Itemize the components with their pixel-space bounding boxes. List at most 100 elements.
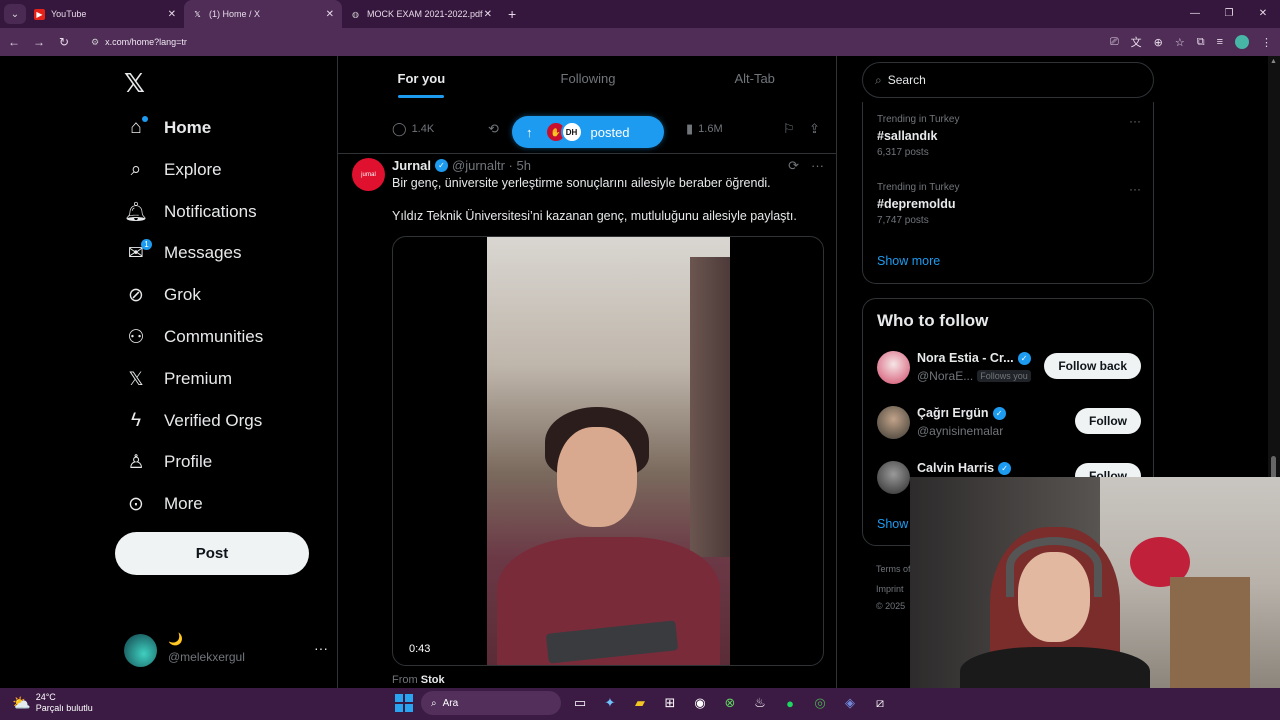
- close-icon[interactable]: ✕: [326, 9, 334, 20]
- avatar: [877, 406, 910, 439]
- nav-label: More: [164, 494, 203, 513]
- window-controls: — ❐ ✕: [1178, 0, 1280, 28]
- close-icon[interactable]: ✕: [168, 9, 176, 20]
- tweet-video[interactable]: 0:43: [392, 236, 824, 666]
- nav-explore[interactable]: ⌕ Explore: [124, 150, 222, 190]
- media-icon[interactable]: ≡: [1217, 36, 1223, 48]
- reply-count[interactable]: ◯ 1.4K: [392, 121, 434, 137]
- who-to-follow-show-more-link[interactable]: Show: [877, 517, 908, 531]
- messages-badge: 1: [141, 238, 152, 250]
- repost-button[interactable]: ⟲: [488, 121, 499, 137]
- nav-more[interactable]: ⊙ More: [124, 484, 203, 524]
- follow-back-button[interactable]: Follow back: [1044, 353, 1141, 379]
- suggestion-name: Çağrı Ergün: [917, 406, 989, 420]
- account-switcher[interactable]: 🌙 @melekxergul ···: [124, 632, 334, 668]
- tweet[interactable]: jurnal Jurnal ✓ @jurnaltr · 5h ⟳ ··· Bir…: [338, 154, 836, 688]
- trends-show-more-link[interactable]: Show more: [877, 254, 940, 268]
- site-info-icon[interactable]: ⚙: [91, 37, 99, 48]
- nav-premium[interactable]: 𝕏 Premium: [124, 359, 232, 399]
- chrome-icon[interactable]: ◎: [809, 692, 831, 714]
- address-bar[interactable]: ⚙ x.com/home?lang=tr: [81, 31, 1081, 53]
- footer-terms-link[interactable]: Terms of: [876, 564, 911, 574]
- profile-avatar[interactable]: [1235, 35, 1249, 49]
- nav-home[interactable]: ⌂ Home: [124, 108, 211, 148]
- minimize-icon[interactable]: —: [1178, 0, 1212, 28]
- browser-tab-pdf[interactable]: ◍ MOCK EXAM 2021-2022.pdf ✕: [342, 0, 500, 28]
- steam-icon[interactable]: ♨: [749, 692, 771, 714]
- nav-grok[interactable]: ⊘ Grok: [124, 275, 201, 315]
- grok-icon[interactable]: ⟳: [788, 158, 799, 174]
- windows-start-icon[interactable]: [395, 694, 413, 712]
- scroll-up-icon[interactable]: ▲: [1270, 58, 1277, 65]
- nav-communities[interactable]: ⚇ Communities: [124, 317, 263, 357]
- source-name[interactable]: Stok: [421, 674, 445, 686]
- github-icon[interactable]: ◉: [689, 692, 711, 714]
- cast-icon[interactable]: ⎚: [1110, 36, 1119, 49]
- xbox-icon[interactable]: ⊗: [719, 692, 741, 714]
- verified-badge-icon: ✓: [435, 159, 449, 172]
- reply-icon: ◯: [392, 121, 407, 136]
- tab-for-you[interactable]: For you: [338, 56, 505, 102]
- weather-widget[interactable]: ⛅ 24°C Parçalı bulutlu: [12, 692, 93, 714]
- taskbar-search[interactable]: ⌕ Ara: [421, 691, 561, 715]
- tab-alt-tab[interactable]: Alt-Tab: [671, 56, 836, 102]
- views-icon: ▮: [686, 121, 694, 136]
- x-logo-icon[interactable]: 𝕏: [124, 68, 145, 99]
- close-window-icon[interactable]: ✕: [1246, 0, 1280, 28]
- nav-verified-orgs[interactable]: ϟ Verified Orgs: [124, 401, 262, 441]
- footer-imprint-link[interactable]: Imprint: [876, 584, 904, 594]
- follow-button[interactable]: Follow: [1075, 408, 1141, 434]
- browser-tab-youtube[interactable]: ▶ YouTube ✕: [26, 0, 184, 28]
- new-posts-pill[interactable]: ↑ ✋ DH posted: [512, 116, 664, 148]
- back-icon[interactable]: ←: [3, 35, 25, 49]
- tab-following[interactable]: Following: [505, 56, 672, 102]
- avatar: [877, 461, 910, 494]
- view-count[interactable]: ▮ 1.6M: [686, 121, 723, 137]
- more-icon[interactable]: ···: [314, 640, 328, 656]
- close-icon[interactable]: ✕: [484, 9, 492, 20]
- store-icon[interactable]: ⊞: [659, 692, 681, 714]
- new-tab-button[interactable]: +: [508, 6, 516, 22]
- menu-icon[interactable]: ⋮: [1261, 36, 1272, 49]
- avatar: [877, 351, 910, 384]
- nav-profile[interactable]: ♙ Profile: [124, 442, 212, 482]
- capcut-icon[interactable]: ⧄: [869, 692, 891, 714]
- reply-count-text: 1.4K: [411, 123, 435, 135]
- copilot-icon[interactable]: ✦: [599, 692, 621, 714]
- more-icon[interactable]: ···: [811, 158, 824, 174]
- source-prefix: From: [392, 674, 418, 686]
- browser-tab-x[interactable]: 𝕏 (1) Home / X ✕: [184, 0, 342, 28]
- account-handle: @melekxergul: [168, 650, 245, 664]
- more-icon[interactable]: ···: [1129, 182, 1141, 196]
- spotify-icon[interactable]: ●: [779, 692, 801, 714]
- trend-item[interactable]: Trending in Turkey #depremoldu 7,747 pos…: [877, 182, 1141, 226]
- search-icon: ⌕: [431, 697, 437, 709]
- forward-icon[interactable]: →: [28, 35, 50, 49]
- avatar[interactable]: jurnal: [352, 158, 385, 191]
- post-button[interactable]: Post: [115, 532, 309, 575]
- follow-suggestion[interactable]: Çağrı Ergün ✓ @aynisinemalar Follow: [877, 404, 1141, 444]
- bookmark-button[interactable]: ⚐: [783, 121, 795, 137]
- discord-icon[interactable]: ◈: [839, 692, 861, 714]
- follow-suggestion[interactable]: Nora Estia - Cr... ✓ @NoraE... Follows y…: [877, 349, 1141, 389]
- bookmark-star-icon[interactable]: ☆: [1175, 36, 1185, 49]
- nav-notifications[interactable]: 🔔︎ Notifications: [124, 192, 257, 232]
- file-explorer-icon[interactable]: ▰: [629, 692, 651, 714]
- reload-icon[interactable]: ↻: [53, 35, 75, 49]
- tab-search-button[interactable]: ⌄: [4, 4, 26, 24]
- translate-icon[interactable]: 文: [1131, 34, 1142, 50]
- trend-count: 7,747 posts: [877, 215, 929, 226]
- globe-icon: ◍: [352, 9, 359, 19]
- extensions-icon[interactable]: ⧉: [1197, 36, 1205, 49]
- nav-messages[interactable]: ✉ 1 Messages: [124, 233, 241, 273]
- search-input[interactable]: ⌕ Search: [862, 62, 1154, 98]
- zoom-icon[interactable]: ⊕: [1154, 36, 1163, 49]
- more-icon[interactable]: ···: [1129, 114, 1141, 128]
- repost-icon: ⟲: [488, 121, 499, 136]
- author-name[interactable]: Jurnal: [392, 158, 431, 173]
- author-handle-time[interactable]: @jurnaltr · 5h: [452, 158, 531, 173]
- share-button[interactable]: ⇪: [809, 121, 820, 137]
- task-view-icon[interactable]: ▭: [569, 692, 591, 714]
- trend-item[interactable]: Trending in Turkey #sallandık 6,317 post…: [877, 114, 1141, 158]
- restore-icon[interactable]: ❐: [1212, 0, 1246, 28]
